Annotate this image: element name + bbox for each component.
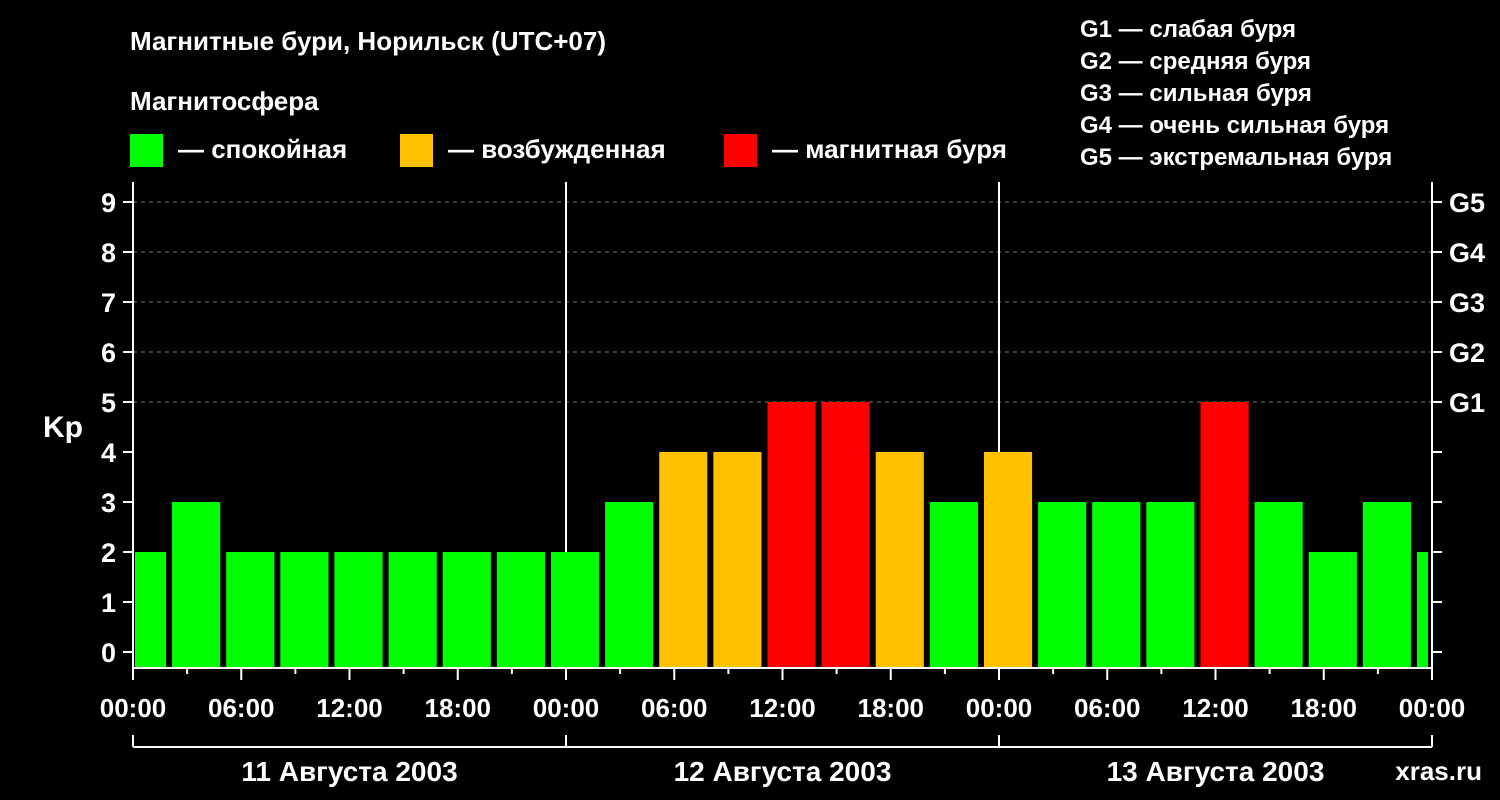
g-scale-item: G4 — очень сильная буря [1080, 112, 1389, 139]
bar [442, 552, 491, 668]
x-tick-label: 12:00 [316, 693, 383, 723]
x-tick-label: 00:00 [1399, 693, 1466, 723]
bar [605, 502, 654, 668]
bar [929, 502, 978, 668]
legend-label-storm: — магнитная буря [772, 134, 1007, 164]
bar [1362, 502, 1411, 668]
x-tick-label: 06:00 [641, 693, 708, 723]
day-label: 11 Августа 2003 [241, 756, 457, 787]
g-scale-legend: G1 — слабая буря G2 — средняя буря G3 — си… [1080, 16, 1392, 171]
x-tick-label: 06:00 [1074, 693, 1141, 723]
bar [226, 552, 275, 668]
x-tick-label: 12:00 [1182, 693, 1249, 723]
x-tick-label: 00:00 [966, 693, 1033, 723]
legend: — спокойная — возбужденная — магнитная бур… [130, 134, 1007, 167]
x-tick-label: 06:00 [208, 693, 275, 723]
bar [1308, 552, 1357, 668]
bar [1146, 502, 1195, 668]
y-tick-label: 4 [101, 438, 116, 468]
watermark: xras.ru [1395, 756, 1482, 786]
bar [550, 552, 600, 668]
g-level-label: G1 [1449, 388, 1485, 418]
y-axis-label: Kp [43, 411, 83, 444]
chart-title: Магнитные бури, Норильск (UTC+07) [130, 26, 606, 56]
bar [821, 402, 870, 668]
g-scale-item: G3 — сильная буря [1080, 80, 1312, 107]
bar [172, 502, 221, 668]
x-tick-label: 18:00 [858, 693, 925, 723]
y-tick-label: 3 [101, 488, 116, 518]
bar [983, 452, 1033, 668]
x-tick-label: 18:00 [1291, 693, 1358, 723]
y-tick-label: 7 [101, 288, 116, 318]
day-label: 13 Августа 2003 [1107, 756, 1325, 787]
y-tick-label: 5 [101, 388, 116, 418]
bar [1200, 402, 1249, 668]
legend-swatch-calm [130, 134, 163, 167]
bar [135, 552, 167, 668]
g-scale-item: G5 — экстремальная буря [1080, 144, 1392, 171]
legend-swatch-storm [724, 134, 757, 167]
g-level-label: G5 [1449, 188, 1485, 218]
g-level-label: G2 [1449, 338, 1485, 368]
bar [1254, 502, 1303, 668]
y-tick-label: 2 [101, 538, 116, 568]
y-tick-label: 6 [101, 338, 116, 368]
bar [875, 452, 924, 668]
g-level-label: G4 [1449, 238, 1485, 268]
legend-swatch-disturbed [400, 134, 433, 167]
g-scale-item: G2 — средняя буря [1080, 48, 1311, 75]
bar [713, 452, 762, 668]
bar [388, 552, 437, 668]
g-scale-item: G1 — слабая буря [1080, 16, 1296, 43]
kp-bar-chart: Магнитные бури, Норильск (UTC+07) Магнит… [43, 16, 1485, 787]
legend-label-calm: — спокойная [178, 134, 347, 164]
x-tick-label: 18:00 [425, 693, 492, 723]
bar [1416, 552, 1428, 668]
bars [135, 402, 1428, 668]
y-tick-label: 8 [101, 238, 116, 268]
x-tick-label: 00:00 [533, 693, 600, 723]
y-tick-label: 9 [101, 188, 116, 218]
g-level-label: G3 [1449, 288, 1485, 318]
y-tick-label: 1 [101, 588, 116, 618]
bar [1092, 502, 1141, 668]
bar [659, 452, 708, 668]
day-label: 12 Августа 2003 [674, 756, 892, 787]
bar [280, 552, 329, 668]
bar [1038, 502, 1087, 668]
bar [496, 552, 545, 668]
y-tick-label: 0 [101, 638, 116, 668]
x-tick-label: 00:00 [100, 693, 167, 723]
bar [767, 402, 816, 668]
legend-label-disturbed: — возбужденная [448, 134, 666, 164]
bar [334, 552, 383, 668]
legend-title: Магнитосфера [130, 86, 319, 116]
x-tick-label: 12:00 [749, 693, 816, 723]
